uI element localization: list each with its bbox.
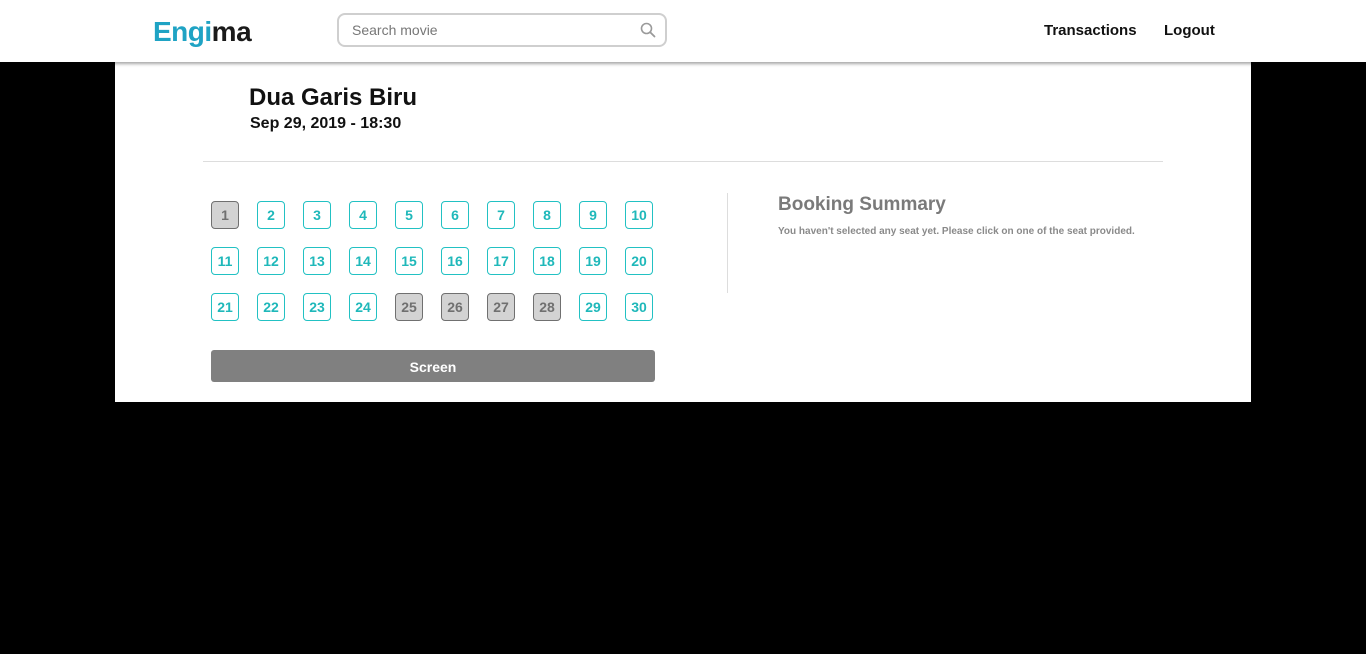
seat-11[interactable]: 11 — [211, 247, 239, 275]
seat-24[interactable]: 24 — [349, 293, 377, 321]
seat-19[interactable]: 19 — [579, 247, 607, 275]
seat-21[interactable]: 21 — [211, 293, 239, 321]
seat-4[interactable]: 4 — [349, 201, 377, 229]
movie-datetime: Sep 29, 2019 - 18:30 — [250, 115, 402, 132]
logo-part-primary: Engi — [153, 16, 212, 47]
seat-25: 25 — [395, 293, 423, 321]
section-divider — [727, 193, 728, 293]
seat-3[interactable]: 3 — [303, 201, 331, 229]
engima-logo[interactable]: Engima — [153, 16, 252, 48]
screen-indicator: Screen — [211, 350, 655, 382]
logo-part-secondary: ma — [211, 16, 252, 47]
seat-13[interactable]: 13 — [303, 247, 331, 275]
seat-5[interactable]: 5 — [395, 201, 423, 229]
seat-30[interactable]: 30 — [625, 293, 653, 321]
seat-29[interactable]: 29 — [579, 293, 607, 321]
seat-14[interactable]: 14 — [349, 247, 377, 275]
booking-summary-message: You haven't selected any seat yet. Pleas… — [778, 226, 1135, 237]
seat-16[interactable]: 16 — [441, 247, 469, 275]
seat-7[interactable]: 7 — [487, 201, 515, 229]
seat-6[interactable]: 6 — [441, 201, 469, 229]
seat-20[interactable]: 20 — [625, 247, 653, 275]
movie-title: Dua Garis Biru — [249, 84, 418, 111]
seat-17[interactable]: 17 — [487, 247, 515, 275]
booking-panel: Dua Garis Biru Sep 29, 2019 - 18:30 1234… — [115, 62, 1251, 402]
seat-1: 1 — [211, 201, 239, 229]
seat-8[interactable]: 8 — [533, 201, 561, 229]
search-input[interactable] — [352, 21, 632, 39]
seat-10[interactable]: 10 — [625, 201, 653, 229]
seat-18[interactable]: 18 — [533, 247, 561, 275]
booking-summary-title: Booking Summary — [778, 194, 946, 215]
nav-transactions-link[interactable]: Transactions — [1044, 22, 1137, 39]
top-navbar: Engima Transactions Logout — [0, 0, 1366, 62]
seat-23[interactable]: 23 — [303, 293, 331, 321]
seat-2[interactable]: 2 — [257, 201, 285, 229]
seat-27: 27 — [487, 293, 515, 321]
search-icon[interactable] — [640, 22, 656, 38]
search-box — [337, 13, 667, 47]
seat-12[interactable]: 12 — [257, 247, 285, 275]
seat-28: 28 — [533, 293, 561, 321]
seat-9[interactable]: 9 — [579, 201, 607, 229]
nav-logout-link[interactable]: Logout — [1164, 22, 1215, 39]
seat-15[interactable]: 15 — [395, 247, 423, 275]
header-divider — [203, 161, 1163, 162]
seat-26: 26 — [441, 293, 469, 321]
seat-22[interactable]: 22 — [257, 293, 285, 321]
